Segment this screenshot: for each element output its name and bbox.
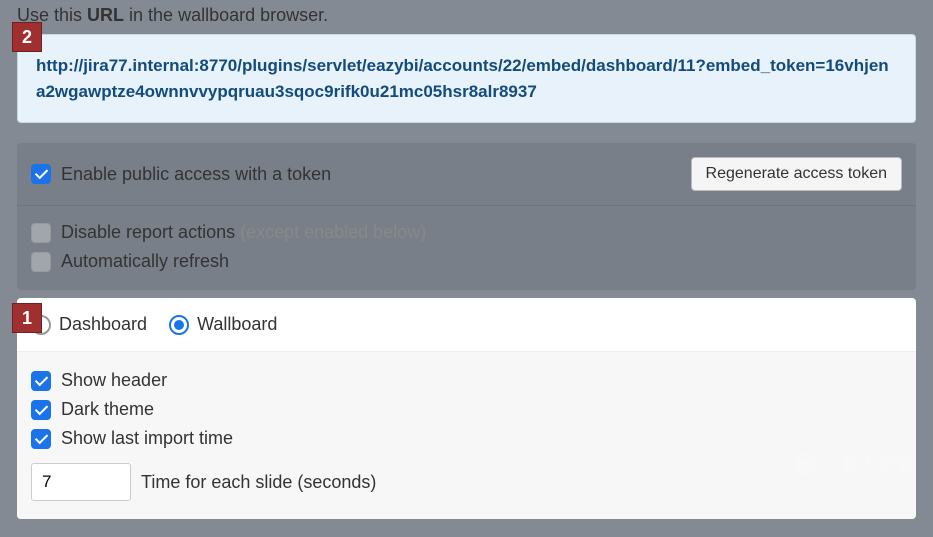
instruction-text: Use this URL in the wallboard browser. [17, 5, 916, 26]
annotation-marker-2: 2 [12, 22, 42, 52]
display-mode-panel: Dashboard Wallboard Show header Dark the… [17, 298, 916, 519]
wallboard-radio-label: Wallboard [197, 314, 277, 335]
url-display-box: http://jira77.internal:8770/plugins/serv… [17, 34, 916, 123]
regenerate-token-button[interactable]: Regenerate access token [691, 157, 902, 191]
dark-theme-checkbox[interactable] [31, 400, 51, 420]
enable-public-checkbox[interactable] [31, 164, 51, 184]
disable-actions-muted: (except enabled below) [240, 222, 426, 242]
wallboard-radio[interactable] [169, 315, 189, 335]
annotation-marker-1: 1 [12, 303, 42, 333]
instruction-post: in the wallboard browser. [124, 5, 328, 25]
disable-report-actions-checkbox[interactable] [31, 223, 51, 243]
show-header-checkbox[interactable] [31, 371, 51, 391]
instruction-bold: URL [87, 5, 124, 25]
disable-actions-text: Disable report actions [61, 222, 240, 242]
show-last-import-label: Show last import time [61, 428, 233, 449]
access-options-panel: Enable public access with a token Regene… [17, 143, 916, 290]
auto-refresh-checkbox[interactable] [31, 252, 51, 272]
dashboard-radio-label: Dashboard [59, 314, 147, 335]
slide-time-label: Time for each slide (seconds) [141, 472, 376, 493]
disable-report-actions-label: Disable report actions (except enabled b… [61, 222, 426, 243]
enable-public-label: Enable public access with a token [61, 164, 331, 185]
dark-theme-label: Dark theme [61, 399, 154, 420]
show-last-import-checkbox[interactable] [31, 429, 51, 449]
embed-url[interactable]: http://jira77.internal:8770/plugins/serv… [36, 53, 897, 104]
show-header-label: Show header [61, 370, 167, 391]
slide-time-input[interactable] [31, 463, 131, 501]
auto-refresh-label: Automatically refresh [61, 251, 229, 272]
